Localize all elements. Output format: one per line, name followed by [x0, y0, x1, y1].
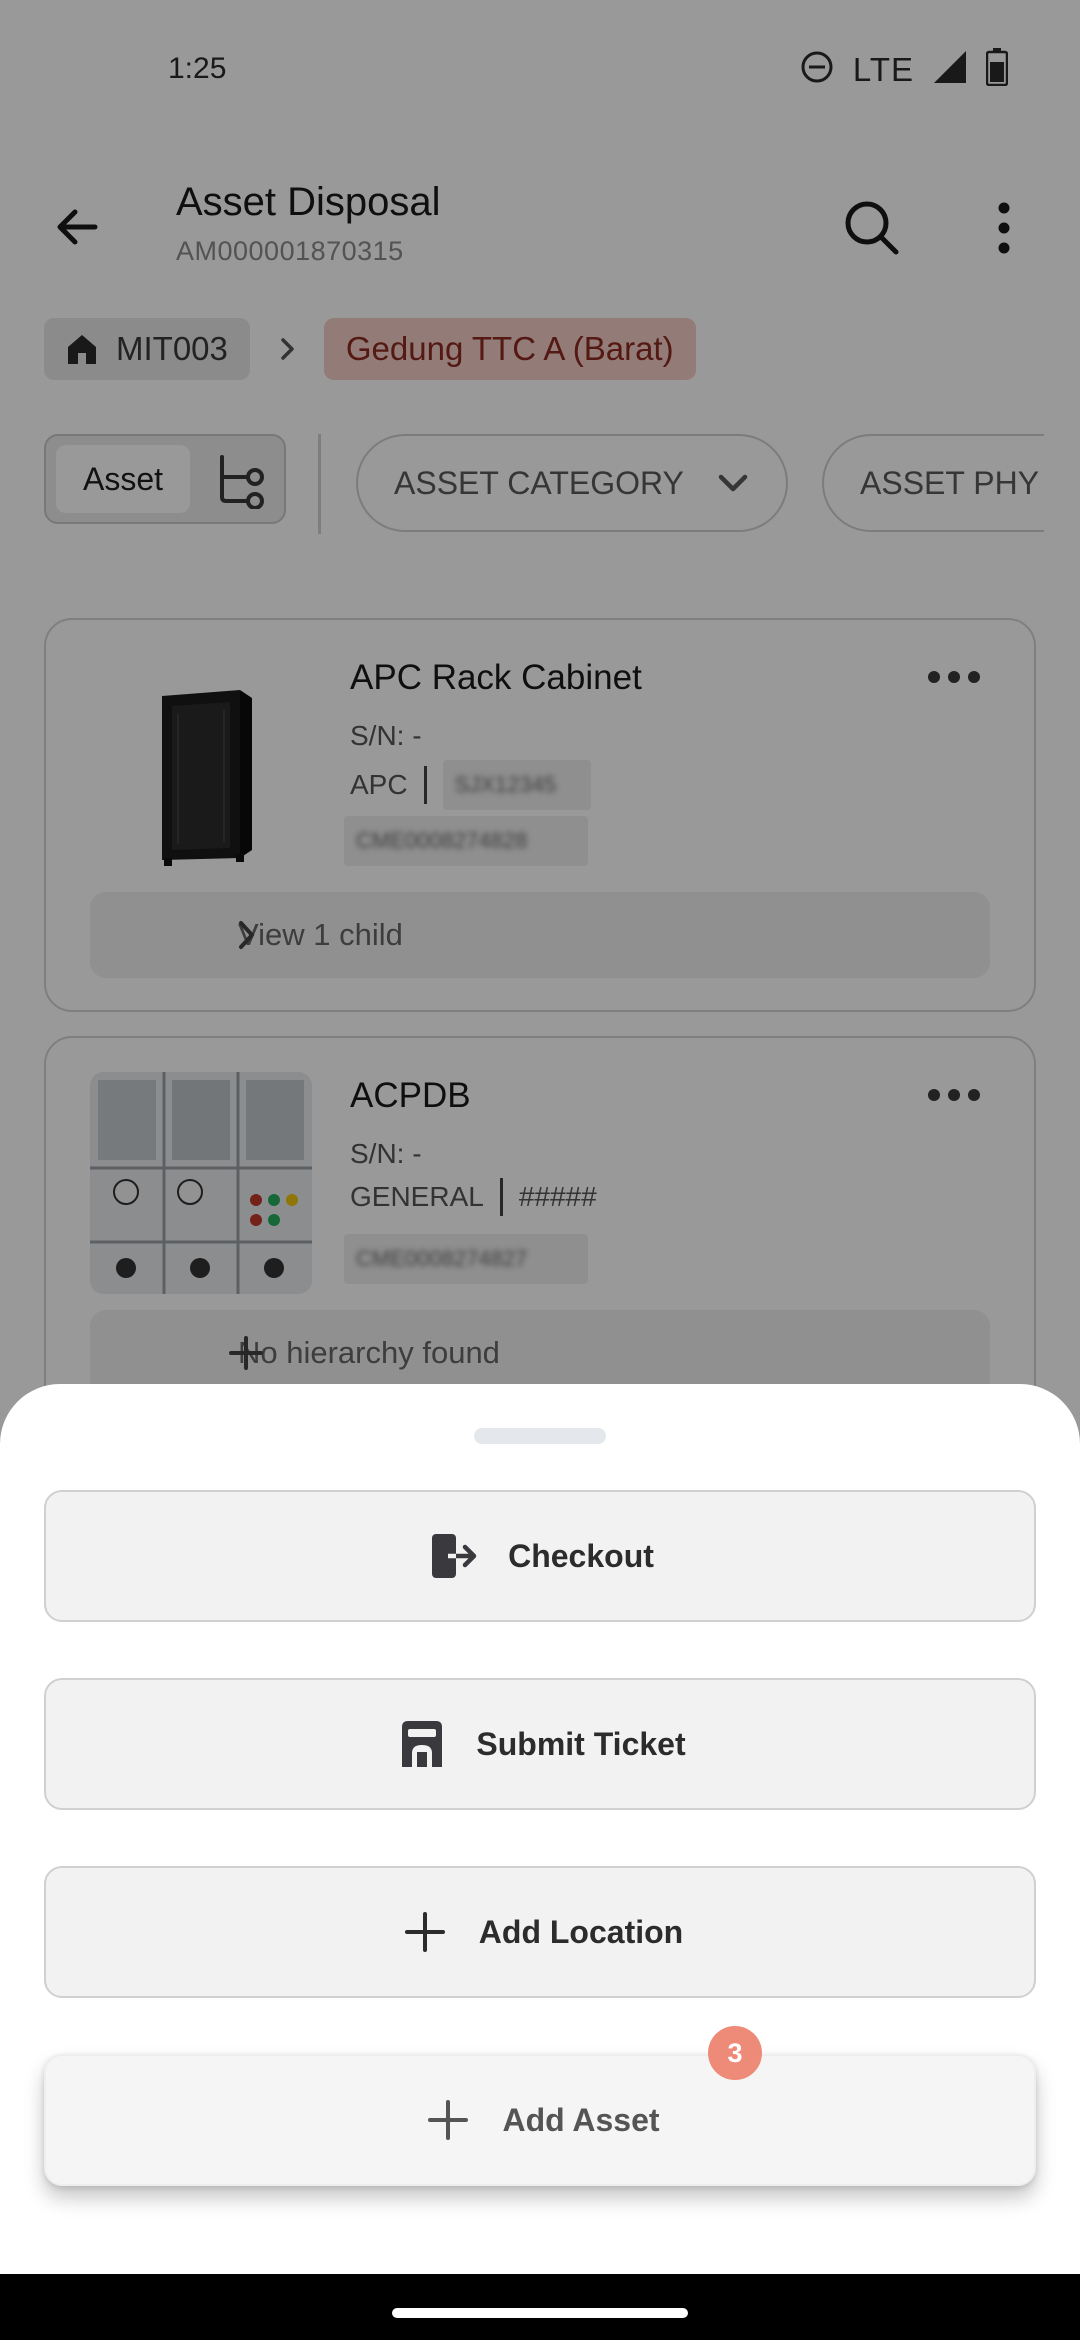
plus-icon — [397, 1904, 453, 1960]
sheet-drag-handle[interactable] — [474, 1428, 606, 1444]
checkout-label: Checkout — [508, 1537, 654, 1574]
submit-ticket-button[interactable]: Submit Ticket — [44, 1678, 1036, 1810]
action-bottom-sheet: Checkout Submit Ticket Add Location Add … — [0, 1384, 1080, 2274]
add-asset-button[interactable]: Add Asset — [44, 2054, 1036, 2186]
checkout-icon — [426, 1528, 482, 1584]
system-nav-bar — [0, 2274, 1080, 2340]
add-location-button[interactable]: Add Location — [44, 1866, 1036, 1998]
plus-icon — [420, 2092, 476, 2148]
submit-ticket-label: Submit Ticket — [476, 1725, 686, 1762]
ticket-icon — [394, 1716, 450, 1772]
add-location-label: Add Location — [478, 1913, 684, 1950]
checkout-button[interactable]: Checkout — [44, 1490, 1036, 1622]
add-asset-label: Add Asset — [502, 2101, 660, 2138]
home-gesture-handle[interactable] — [392, 2308, 688, 2318]
step-badge: 3 — [708, 2026, 762, 2080]
